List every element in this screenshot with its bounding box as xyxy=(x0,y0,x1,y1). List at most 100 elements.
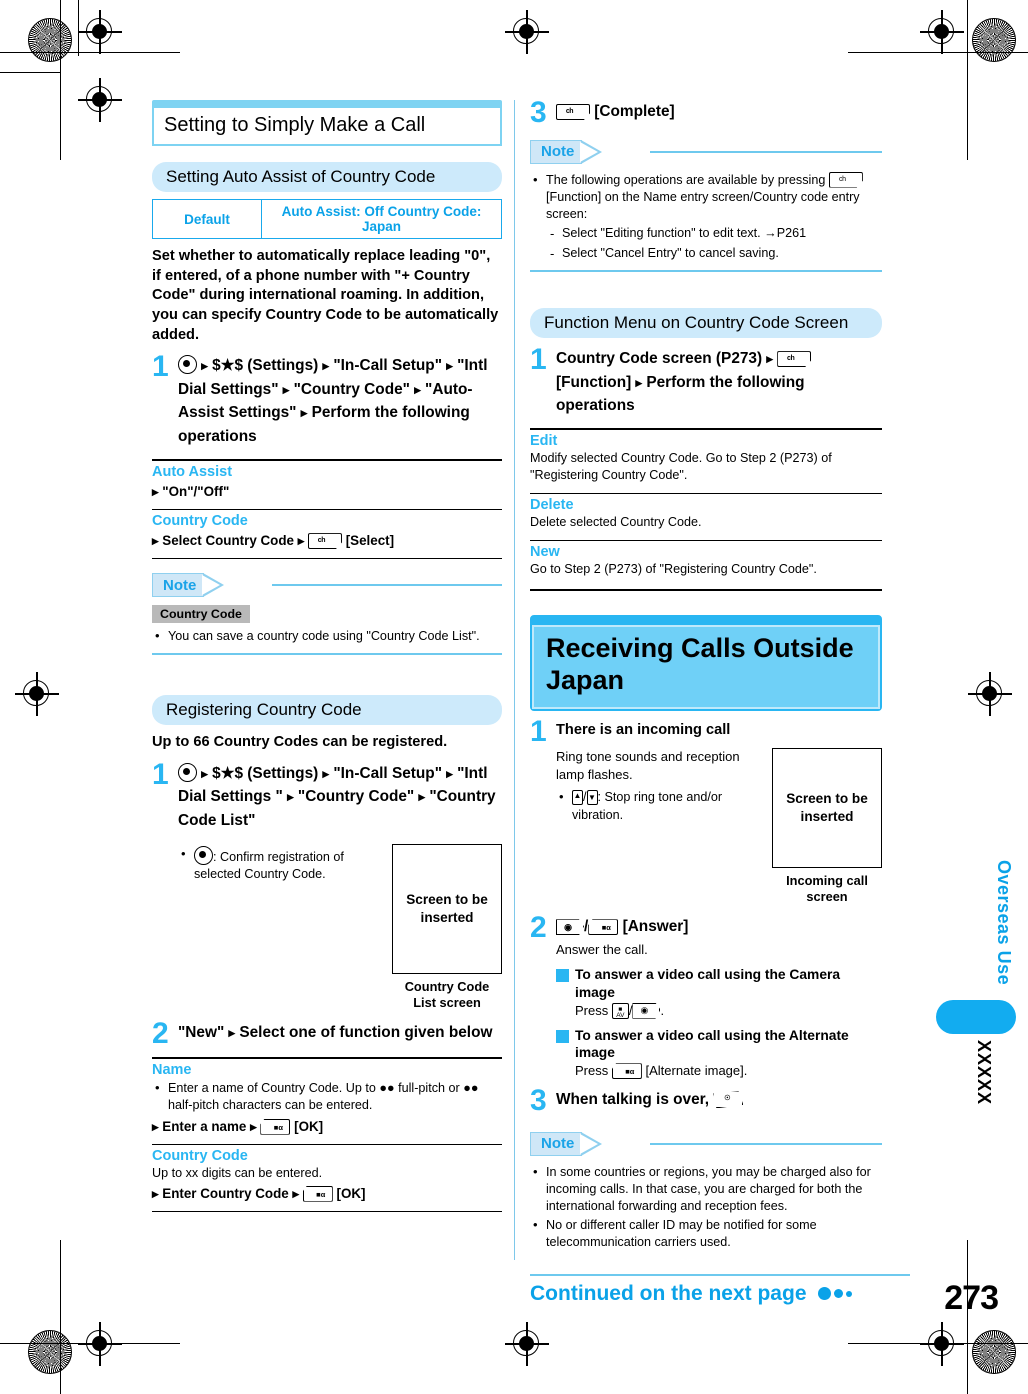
step1-bullet-col: : Confirm registration of selected Count… xyxy=(152,844,392,1012)
arrow-icon: ▸ xyxy=(297,533,305,549)
reg-mark-9 xyxy=(920,1322,964,1366)
starburst-mark-bottomleft xyxy=(28,1330,72,1374)
list-item: : Confirm registration of selected Count… xyxy=(178,845,392,883)
starburst-mark-topleft xyxy=(28,18,72,62)
note-dash-list: Select "Editing function" to edit text. … xyxy=(546,225,882,262)
name-bullet-list: Enter a name of Country Code. Up to ●● f… xyxy=(152,1079,502,1114)
continued-notice: Continued on the next page xyxy=(530,1282,930,1306)
right-column: 3 ch [Complete] Note The following opera… xyxy=(530,96,882,1252)
side-tab-code-wrap: XXXXX xyxy=(973,1040,994,1105)
function-op-text: "On"/"Off" xyxy=(162,484,230,500)
chapter-title-band-2: Receiving Calls Outside Japan xyxy=(530,615,882,712)
step-number: 3 xyxy=(530,96,547,129)
step-body: ◉ / ■α [Answer] xyxy=(556,915,882,941)
answer-label: [Answer] xyxy=(622,918,689,936)
i-mode-key-icon: ■α xyxy=(302,1185,333,1202)
continued-dots-icon xyxy=(815,1285,852,1303)
menu-item-3: "Country Code" xyxy=(297,788,415,806)
step2-text-pre: "New" xyxy=(178,1023,225,1041)
function-name-country-code: Country Code xyxy=(152,513,248,530)
column-divider xyxy=(514,100,515,1260)
function-name-delete: Delete xyxy=(530,497,574,514)
rule xyxy=(152,1143,502,1145)
step-2-registering: 2 "New" ▸ Select one of function given b… xyxy=(152,1019,502,1048)
side-tab-label: Overseas Use xyxy=(994,860,1014,986)
note-list: In some countries or regions, you may be… xyxy=(530,1163,882,1252)
ch-key-icon: ch xyxy=(556,104,590,120)
incoming-call-text-col: Ring tone sounds and reception lamp flas… xyxy=(530,748,772,906)
chapter-title-band: Setting to Simply Make a Call xyxy=(152,100,502,146)
note-label: Note xyxy=(163,576,197,594)
arrow-icon: ▸ xyxy=(282,381,290,397)
arrow-icon: ▸ xyxy=(152,484,159,500)
settings-label: (Settings) xyxy=(247,357,319,375)
sub-heading-text: To answer a video call using the Camera … xyxy=(575,966,841,1000)
step-heading: There is an incoming call xyxy=(556,722,731,739)
function-name-name: Name xyxy=(152,1062,192,1079)
sub-heading-alternate: To answer a video call using the Alterna… xyxy=(556,1027,882,1063)
square-marker-icon xyxy=(556,968,569,982)
function-desc: Up to xx digits can be entered. xyxy=(152,1165,323,1180)
call-key-icon: ◉ xyxy=(632,1002,661,1019)
press-label: Press xyxy=(575,1063,609,1079)
function-desc-delete: Delete selected Country Code. xyxy=(530,515,702,530)
section1-intro: Set whether to automatically replace lea… xyxy=(152,248,499,343)
function-desc-new: Go to Step 2 (P273) of "Registering Coun… xyxy=(530,562,817,577)
step-body: When talking is over, ☉ xyxy=(556,1088,882,1114)
note-body: The following operations are available b… xyxy=(530,171,882,262)
side-tab-chip xyxy=(936,1000,1016,1034)
starburst-mark-bottomright xyxy=(972,1330,1016,1374)
camera-key-icon: ■ AV xyxy=(611,1002,629,1019)
list-item: Enter a name of Country Code. Up to ●● f… xyxy=(152,1079,502,1114)
screen-caption: Incoming call screen xyxy=(786,872,868,904)
country-code-list-screen-placeholder: Screen to be inserted xyxy=(392,844,502,975)
crop-line-bottom-right xyxy=(848,1343,1028,1344)
step-2-answer: 2 ◉ / ■α [Answer] xyxy=(530,913,882,942)
crop-line-left xyxy=(60,0,61,160)
note-tag: Note xyxy=(530,1131,604,1156)
step-body: ▸ $★$ (Settings) ▸ "In-Call Setup" ▸ "In… xyxy=(178,762,502,832)
reg-mark-3 xyxy=(920,10,964,54)
end-call-text: When talking is over, xyxy=(556,1091,710,1109)
continued-text: Continued on the next page xyxy=(530,1282,807,1305)
list-item: Select "Editing function" to edit text. … xyxy=(546,225,882,243)
arrow-icon: ▸ xyxy=(201,358,208,374)
section-header-function-menu: Function Menu on Country Code Screen xyxy=(530,308,882,339)
step-number: 3 xyxy=(530,1084,547,1118)
center-key-icon xyxy=(194,846,213,866)
step-1-function-menu: 1 Country Code screen (P273) ▸ ch [Funct… xyxy=(530,345,882,417)
note-bottom-rule xyxy=(152,653,502,656)
screen-placeholder-text: Screen to be inserted xyxy=(786,790,868,824)
step-mid-text: [Function] xyxy=(556,373,632,391)
ch-key-icon: ch xyxy=(777,351,812,368)
arrow-icon: ▸ xyxy=(635,374,643,390)
function-op-pre: Enter a name xyxy=(162,1118,247,1134)
screen-placeholder-text: Screen to be inserted xyxy=(406,892,488,926)
note-item-head: The following operations are available b… xyxy=(546,172,826,187)
chapter-title-box: Setting to Simply Make a Call xyxy=(152,106,502,146)
incoming-screenshot-col: Screen to be inserted Incoming call scre… xyxy=(772,747,882,906)
section2-intro: Up to 66 Country Codes can be registered… xyxy=(152,734,448,751)
arrow-icon: ▸ xyxy=(322,765,330,781)
starburst-mark-topright xyxy=(972,18,1016,62)
rule xyxy=(152,1210,502,1212)
incoming-call-desc: Ring tone sounds and reception lamp flas… xyxy=(556,748,740,782)
arrow-icon: ▸ xyxy=(446,358,453,374)
note-label: Note xyxy=(541,143,575,160)
note-chip: Country Code xyxy=(152,605,250,624)
function-op-post: [OK] xyxy=(294,1118,324,1134)
reg-mark-5 xyxy=(15,672,59,716)
function-op-country-code: ▸ Select Country Code ▸ ch [Select] xyxy=(152,533,502,550)
arrow-icon: ▸ xyxy=(201,765,208,781)
default-label-cell: Default xyxy=(152,199,262,239)
rule xyxy=(152,558,502,560)
note-arrow-icon xyxy=(580,1131,604,1156)
step-1-auto-assist: 1 ▸ $★$ (Settings) ▸ "In-Call Setup" ▸ "… xyxy=(152,352,502,448)
table-row: Default Auto Assist: Off Country Code: J… xyxy=(152,199,502,239)
note-rule xyxy=(650,150,882,153)
camera-press-row: Press ■ AV / ◉. xyxy=(575,1002,665,1020)
alternate-tail: [Alternate image]. xyxy=(645,1063,748,1079)
note-block-function: Note The following operations are availa… xyxy=(530,139,882,273)
note-tag: Note xyxy=(530,139,604,164)
default-settings-table: Default Auto Assist: Off Country Code: J… xyxy=(152,199,502,239)
